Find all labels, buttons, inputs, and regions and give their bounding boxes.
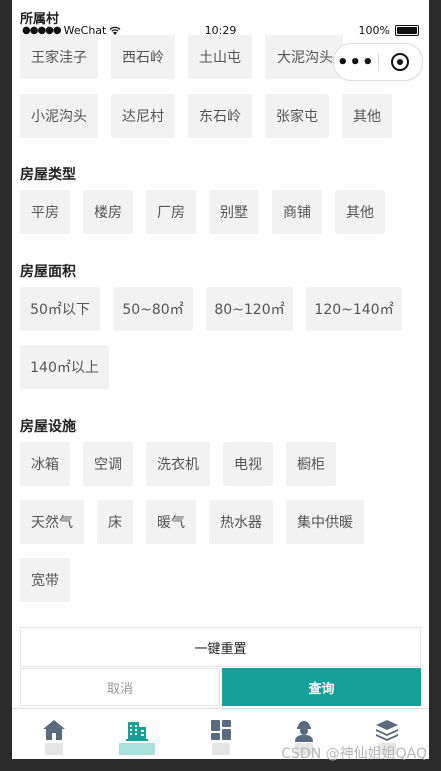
battery-percent: 100% bbox=[358, 24, 390, 37]
window-frame-right bbox=[429, 0, 441, 771]
tab-label-placeholder bbox=[211, 743, 230, 755]
worker-icon bbox=[294, 721, 313, 742]
house-type-chip[interactable]: 楼房 bbox=[83, 190, 133, 234]
reset-button[interactable]: 一键重置 bbox=[20, 627, 421, 667]
cancel-button[interactable]: 取消 bbox=[20, 668, 220, 706]
house-type-chip[interactable]: 别墅 bbox=[209, 190, 259, 234]
facility-chip[interactable]: 洗衣机 bbox=[146, 442, 210, 486]
battery-icon bbox=[395, 25, 419, 36]
village-chip[interactable]: 达尼村 bbox=[111, 94, 175, 138]
facility-chip[interactable]: 电视 bbox=[223, 442, 273, 486]
facility-chip[interactable]: 冰箱 bbox=[20, 442, 70, 486]
facilities-title: 房屋设施 bbox=[20, 419, 76, 435]
house-area-chip[interactable]: 50㎡以下 bbox=[20, 287, 100, 331]
house-type-chip[interactable]: 其他 bbox=[335, 190, 385, 234]
target-icon bbox=[391, 53, 410, 71]
facility-chip[interactable]: 集中供暖 bbox=[286, 500, 364, 544]
home-icon bbox=[42, 720, 65, 740]
house-type-chip[interactable]: 商铺 bbox=[272, 190, 322, 234]
close-miniprogram-button[interactable] bbox=[378, 53, 422, 71]
tab-home[interactable] bbox=[12, 709, 95, 760]
more-icon[interactable]: ••• bbox=[334, 52, 378, 73]
watermark: CSDN @神仙姐姐QAQ bbox=[281, 746, 427, 762]
facility-chip[interactable]: 空调 bbox=[83, 442, 133, 486]
house-area-title: 房屋面积 bbox=[20, 264, 76, 280]
tab-label-placeholder bbox=[119, 743, 156, 755]
village-chip[interactable]: 张家屯 bbox=[265, 94, 329, 138]
query-button[interactable]: 查询 bbox=[222, 668, 421, 706]
village-chip[interactable]: 东石岭 bbox=[188, 94, 252, 138]
status-battery: 100% bbox=[359, 24, 419, 37]
miniprogram-capsule[interactable]: ••• bbox=[333, 43, 423, 81]
house-area-chip[interactable]: 140㎡以上 bbox=[20, 345, 109, 389]
facility-chip[interactable]: 床 bbox=[97, 500, 133, 544]
building-icon bbox=[126, 722, 149, 741]
tab-grid[interactable] bbox=[179, 709, 262, 760]
facility-chip[interactable]: 宽带 bbox=[20, 558, 70, 602]
facility-chip[interactable]: 橱柜 bbox=[286, 442, 336, 486]
house-area-chip[interactable]: 120~140㎡ bbox=[306, 287, 402, 331]
facility-chip[interactable]: 热水器 bbox=[209, 500, 273, 544]
village-chip[interactable]: 其他 bbox=[342, 94, 392, 138]
tab-label-placeholder bbox=[44, 743, 63, 755]
status-bar: ●●●●● WeChat 10:29 100% bbox=[12, 20, 429, 42]
grid-icon bbox=[210, 720, 231, 740]
house-type-title: 房屋类型 bbox=[20, 167, 76, 183]
house-type-chip[interactable]: 厂房 bbox=[146, 190, 196, 234]
tab-building[interactable] bbox=[95, 709, 178, 760]
village-chip[interactable]: 小泥沟头 bbox=[20, 94, 98, 138]
house-area-chip[interactable]: 80~120㎡ bbox=[206, 287, 293, 331]
house-area-chip[interactable]: 50~80㎡ bbox=[113, 287, 193, 331]
layers-icon bbox=[376, 720, 399, 741]
facility-chip[interactable]: 天然气 bbox=[20, 500, 84, 544]
window-frame-left bbox=[0, 0, 12, 771]
house-type-chip[interactable]: 平房 bbox=[20, 190, 70, 234]
facility-chip[interactable]: 暖气 bbox=[146, 500, 196, 544]
